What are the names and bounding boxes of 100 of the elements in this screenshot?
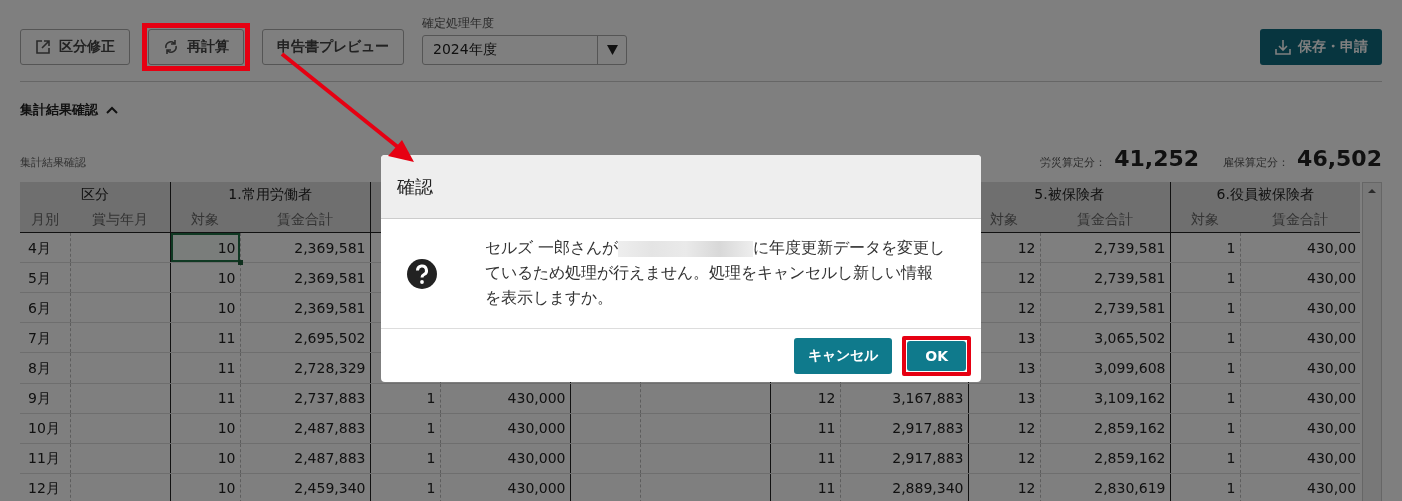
table-cell: 1 (1170, 352, 1241, 384)
question-icon (407, 258, 437, 289)
summary-caption: 集計結果確認 (20, 155, 86, 170)
column-header: 賃金合計 (1240, 207, 1361, 233)
refresh-icon (163, 39, 179, 55)
table-cell: 1 (1170, 443, 1241, 474)
total-value: 46,502 (1297, 146, 1382, 171)
table-cell: 430,000 (440, 443, 570, 474)
cancel-button[interactable]: キャンセル (794, 337, 893, 374)
table-cell: 1 (370, 413, 440, 444)
column-header: 賃金合計 (1040, 207, 1171, 233)
group-header: 区分 (20, 182, 170, 207)
table-cell: 2,695,502 (240, 322, 370, 353)
table-cell: 1 (1170, 383, 1241, 414)
table-cell: 11 (170, 352, 240, 384)
external-link-icon (35, 39, 51, 55)
table-cell: 2,459,340 (240, 473, 370, 501)
table-cell: 2,859,162 (1040, 443, 1171, 474)
year-select[interactable]: 2024年度 (422, 35, 627, 65)
table-cell: 2,737,883 (240, 383, 370, 414)
save-button[interactable]: 保存・申請 (1260, 29, 1382, 65)
table-cell: 430,000 (440, 413, 570, 444)
table-cell: 12 (968, 443, 1040, 474)
total-value: 41,252 (1114, 146, 1200, 171)
year-label: 確定処理年度 (422, 15, 495, 32)
table-cell: 10 (170, 232, 240, 263)
table-cell: 430,00 (1240, 352, 1361, 384)
table-cell: 3,167,883 (840, 383, 968, 414)
table-cell: 2,917,883 (840, 443, 968, 474)
table-cell: 430,00 (1240, 292, 1361, 323)
table-cell: 1 (370, 443, 440, 474)
table-cell: 11 (770, 443, 840, 474)
download-icon (1274, 38, 1292, 56)
table-cell: 2,889,340 (840, 473, 968, 501)
table-cell: 4月 (20, 232, 70, 263)
table-cell: 1 (1170, 413, 1241, 444)
table-cell: 430,00 (1240, 473, 1361, 501)
table-cell: 430,00 (1240, 232, 1361, 263)
dropdown-icon (606, 45, 618, 55)
column-header: 賃金合計 (240, 207, 370, 233)
table-cell: 3,065,502 (1040, 322, 1171, 353)
table-cell: 11 (770, 473, 840, 501)
table-cell: 5月 (20, 262, 70, 293)
table-cell: 1 (1170, 322, 1241, 353)
table-cell: 6月 (20, 292, 70, 323)
table-cell: 2,487,883 (240, 443, 370, 474)
table-cell: 10 (170, 473, 240, 501)
table-cell: 9月 (20, 383, 70, 414)
table-cell: 2,369,581 (240, 262, 370, 293)
table-cell: 2,728,329 (240, 352, 370, 384)
table-cell: 11月 (20, 443, 70, 474)
table-cell: 430,00 (1240, 383, 1361, 414)
table-cell: 430,00 (1240, 322, 1361, 353)
column-header: 対象 (1170, 207, 1241, 233)
table-cell: 2,369,581 (240, 292, 370, 323)
table-cell: 10月 (20, 413, 70, 444)
table-cell: 12 (770, 383, 840, 414)
table-cell: 2,739,581 (1040, 232, 1171, 263)
table-cell: 10 (170, 292, 240, 323)
group-header: 6.役員被保険者 (1170, 182, 1361, 207)
table-cell: 430,00 (1240, 262, 1361, 293)
edit-button[interactable]: 区分修正 (20, 29, 130, 65)
table-cell: 1 (1170, 232, 1241, 263)
table-cell: 8月 (20, 352, 70, 384)
scrollbar[interactable] (1362, 182, 1382, 501)
table-cell: 12 (968, 473, 1040, 501)
table-cell: 2,739,581 (1040, 292, 1171, 323)
table-cell: 3,099,608 (1040, 352, 1171, 384)
total-label: 雇保算定分： (1223, 155, 1290, 170)
table-cell: 2,859,162 (1040, 413, 1171, 444)
recalculate-button[interactable]: 再計算 (148, 29, 244, 65)
table-cell: 430,00 (1240, 413, 1361, 444)
table-cell: 2,917,883 (840, 413, 968, 444)
table-cell: 1 (1170, 292, 1241, 323)
ok-button[interactable]: OK (907, 340, 966, 371)
section-title: 集計結果確認 (20, 101, 98, 119)
table-cell: 12月 (20, 473, 70, 501)
table-cell: 11 (170, 322, 240, 353)
table-cell: 1 (370, 383, 440, 414)
table-cell: 10 (170, 443, 240, 474)
table-cell: 13 (968, 383, 1040, 414)
dialog-message: セルズ 一郎さんが に年度更新データを変更しているため処理が行えません。処理をキャンセルし新しい情報を表示しますか。 (485, 238, 946, 309)
table-cell: 2,369,581 (240, 232, 370, 263)
table-cell: 3,109,162 (1040, 383, 1171, 414)
table-cell: 2,739,581 (1040, 262, 1171, 293)
table-cell: 7月 (20, 322, 70, 353)
table-cell: 2,830,619 (1040, 473, 1171, 501)
table-cell: 1 (1170, 473, 1241, 501)
table-cell: 2,487,883 (240, 413, 370, 444)
table-cell: 10 (170, 262, 240, 293)
table-cell: 1 (1170, 262, 1241, 293)
preview-button[interactable]: 申告書プレビュー (262, 29, 404, 65)
column-header: 対象 (170, 207, 240, 233)
table-cell: 430,000 (440, 473, 570, 501)
table-cell: 12 (968, 413, 1040, 444)
dialog-title: 確認 (397, 174, 433, 199)
table-cell: 430,000 (440, 383, 570, 414)
chevron-up-icon[interactable] (106, 106, 118, 114)
table-cell: 11 (170, 383, 240, 414)
total-label: 労災算定分： (1040, 155, 1107, 170)
